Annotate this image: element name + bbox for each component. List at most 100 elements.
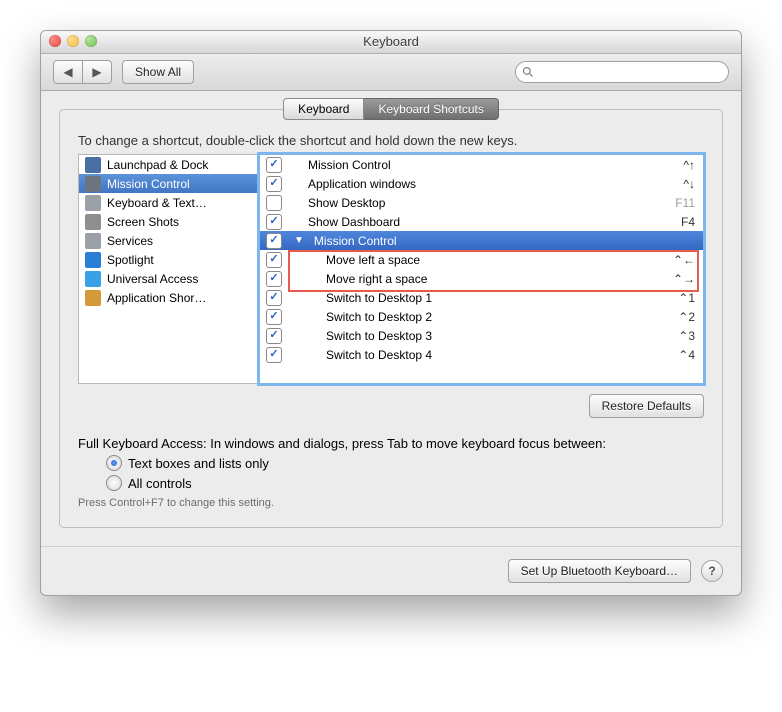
shortcut-row[interactable]: Mission Control ^↑ [260, 155, 703, 174]
back-button[interactable]: ◀ [53, 60, 83, 84]
category-label: Application Shor… [107, 291, 206, 305]
shortcut-label: Application windows [290, 177, 675, 191]
window-title: Keyboard [363, 34, 419, 49]
shortcut-key[interactable]: ⌃→ [673, 272, 695, 286]
restore-defaults-button[interactable]: Restore Defaults [589, 394, 704, 418]
footer: Set Up Bluetooth Keyboard… ? [41, 546, 741, 595]
services-icon [85, 233, 101, 249]
category-list[interactable]: Launchpad & Dock Mission Control Keyboard … [78, 154, 259, 384]
search-field[interactable] [515, 61, 729, 83]
nav-group: ◀ ▶ [53, 60, 112, 84]
category-label: Services [107, 234, 153, 248]
category-item[interactable]: Mission Control [79, 174, 259, 193]
shortcut-key[interactable]: ⌃1 [678, 291, 695, 305]
shortcut-label: Switch to Desktop 2 [290, 310, 670, 324]
fka-option-textboxes[interactable]: Text boxes and lists only [106, 455, 704, 471]
shortcut-label: Show Desktop [290, 196, 667, 210]
preferences-window: Keyboard ◀ ▶ Show All Keyboard Keyboard … [40, 30, 742, 596]
category-item[interactable]: Launchpad & Dock [79, 155, 259, 174]
category-item[interactable]: Universal Access [79, 269, 259, 288]
panel: Keyboard Keyboard Shortcuts To change a … [59, 109, 723, 528]
category-label: Universal Access [107, 272, 198, 286]
checkbox[interactable] [266, 290, 282, 306]
shortcut-key[interactable]: F4 [681, 215, 695, 229]
toolbar: ◀ ▶ Show All [41, 54, 741, 91]
minimize-icon[interactable] [67, 35, 79, 47]
help-button[interactable]: ? [701, 560, 723, 582]
checkbox[interactable] [266, 157, 282, 173]
checkbox[interactable] [266, 252, 282, 268]
shortcut-list[interactable]: Mission Control ^↑ Application windows ^↓ Sh… [259, 154, 704, 384]
zoom-icon[interactable] [85, 35, 97, 47]
checkbox[interactable] [266, 176, 282, 192]
forward-button[interactable]: ▶ [83, 60, 112, 84]
shortcut-label: Switch to Desktop 4 [290, 348, 670, 362]
shortcut-row[interactable]: Show Desktop F11 [260, 193, 703, 212]
screenshot-icon [85, 214, 101, 230]
category-item[interactable]: Keyboard & Text… [79, 193, 259, 212]
category-item[interactable]: Application Shor… [79, 288, 259, 307]
shortcut-row[interactable]: Application windows ^↓ [260, 174, 703, 193]
checkbox[interactable] [266, 271, 282, 287]
fka-hint: Press Control+F7 to change this setting. [78, 497, 704, 509]
tab-keyboard-shortcuts[interactable]: Keyboard Shortcuts [364, 98, 498, 120]
show-all-button[interactable]: Show All [122, 60, 194, 84]
shortcut-key[interactable]: ⌃← [673, 253, 695, 267]
shortcut-label: Switch to Desktop 3 [290, 329, 670, 343]
shortcut-row[interactable]: Switch to Desktop 3 ⌃3 [260, 326, 703, 345]
shortcut-label: Move left a space [290, 253, 665, 267]
universal-icon [85, 271, 101, 287]
appshort-icon [85, 290, 101, 306]
radio-icon [106, 455, 122, 471]
category-label: Screen Shots [107, 215, 179, 229]
shortcut-key[interactable]: ^↑ [683, 158, 695, 172]
shortcut-row[interactable]: Show Dashboard F4 [260, 212, 703, 231]
checkbox[interactable] [266, 347, 282, 363]
shortcut-group-header[interactable]: ▼ Mission Control [260, 231, 703, 250]
titlebar: Keyboard [41, 31, 741, 54]
shortcut-row[interactable]: Switch to Desktop 4 ⌃4 [260, 345, 703, 364]
shortcut-key[interactable]: ⌃4 [678, 348, 695, 362]
lists: Launchpad & Dock Mission Control Keyboard … [78, 154, 704, 384]
fka-text: Full Keyboard Access: In windows and dia… [78, 436, 704, 451]
checkbox[interactable] [266, 309, 282, 325]
category-label: Launchpad & Dock [107, 158, 208, 172]
shortcut-key[interactable]: ^↓ [683, 177, 695, 191]
shortcut-row[interactable]: Switch to Desktop 1 ⌃1 [260, 288, 703, 307]
radio-icon [106, 475, 122, 491]
checkbox[interactable] [266, 214, 282, 230]
shortcut-label: Move right a space [290, 272, 665, 286]
checkbox[interactable] [266, 328, 282, 344]
shortcut-label: Show Dashboard [290, 215, 673, 229]
shortcut-key[interactable]: ⌃2 [678, 310, 695, 324]
close-icon[interactable] [49, 35, 61, 47]
disclosure-triangle-icon[interactable]: ▼ [294, 235, 304, 246]
shortcut-row[interactable]: Move left a space ⌃← [260, 250, 703, 269]
instruction-text: To change a shortcut, double-click the s… [78, 133, 704, 148]
shortcut-label: Mission Control [290, 158, 675, 172]
setup-bluetooth-keyboard-button[interactable]: Set Up Bluetooth Keyboard… [508, 559, 691, 583]
shortcut-label: Mission Control [314, 234, 695, 248]
body: Keyboard Keyboard Shortcuts To change a … [41, 91, 741, 546]
mission-icon [85, 176, 101, 192]
shortcut-row[interactable]: Switch to Desktop 2 ⌃2 [260, 307, 703, 326]
category-label: Keyboard & Text… [107, 196, 207, 210]
search-icon [522, 66, 534, 78]
category-item[interactable]: Screen Shots [79, 212, 259, 231]
category-label: Mission Control [107, 177, 190, 191]
full-keyboard-access: Full Keyboard Access: In windows and dia… [78, 436, 704, 509]
tab-keyboard[interactable]: Keyboard [283, 98, 364, 120]
checkbox[interactable] [266, 195, 282, 211]
category-item[interactable]: Services [79, 231, 259, 250]
checkbox[interactable] [266, 233, 282, 249]
shortcut-key[interactable]: F11 [675, 196, 695, 210]
category-label: Spotlight [107, 253, 154, 267]
shortcut-label: Switch to Desktop 1 [290, 291, 670, 305]
search-input[interactable] [538, 64, 722, 80]
fka-option-all[interactable]: All controls [106, 475, 704, 491]
traffic-lights [49, 35, 97, 47]
keyboard-icon [85, 195, 101, 211]
category-item[interactable]: Spotlight [79, 250, 259, 269]
shortcut-key[interactable]: ⌃3 [678, 329, 695, 343]
shortcut-row[interactable]: Move right a space ⌃→ [260, 269, 703, 288]
